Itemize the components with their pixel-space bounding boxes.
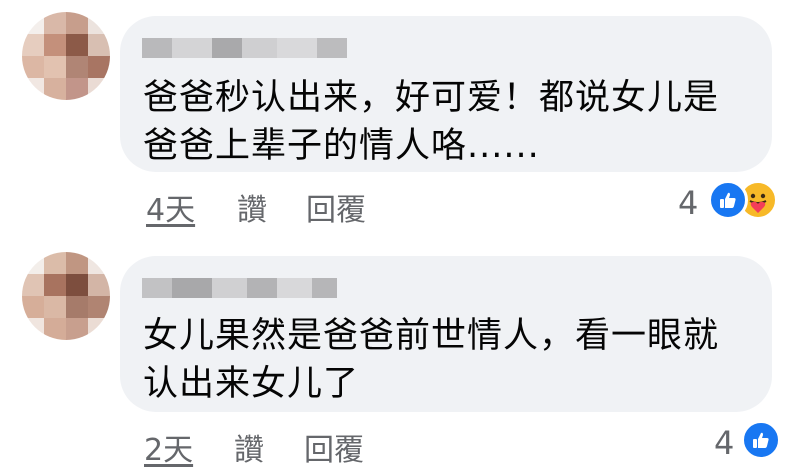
commenter-avatar[interactable] <box>22 12 110 100</box>
comment-bubble: 爸爸秒认出来，好可爱！都说女儿是 爸爸上辈子的情人咯...... <box>120 16 772 172</box>
timestamp-link[interactable]: 4天 <box>146 185 195 229</box>
comment-text: 爸爸秒认出来，好可爱！都说女儿是 爸爸上辈子的情人咯...... <box>143 78 720 166</box>
commenter-avatar[interactable] <box>22 252 110 340</box>
like-icon <box>741 420 781 460</box>
like-button[interactable]: 讚 <box>237 185 267 229</box>
commenter-name[interactable] <box>142 278 337 298</box>
comment-text: 女儿果然是爸爸前世情人，看一眼就 认出来女儿了 <box>143 316 720 404</box>
like-icon <box>708 180 748 220</box>
commenter-name[interactable] <box>142 38 347 58</box>
comment-bubble: 女儿果然是爸爸前世情人，看一眼就 认出来女儿了 <box>120 256 772 412</box>
reply-button[interactable]: 回覆 <box>304 425 364 469</box>
reaction-count: 4 <box>678 184 699 222</box>
timestamp-link[interactable]: 2天 <box>144 425 193 469</box>
reaction-count: 4 <box>714 424 735 462</box>
reply-button[interactable]: 回覆 <box>306 185 366 229</box>
like-button[interactable]: 讚 <box>234 425 264 469</box>
